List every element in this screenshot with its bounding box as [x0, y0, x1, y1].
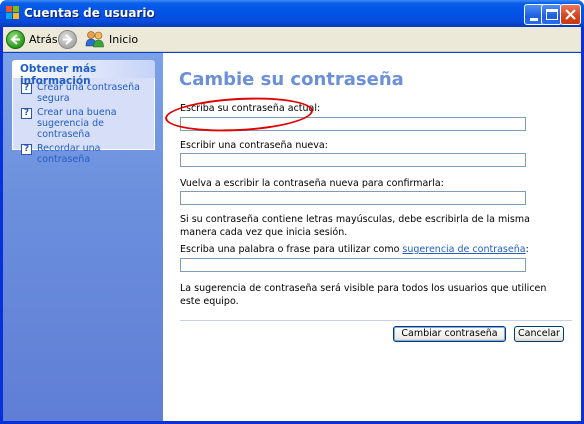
new-password-field-box — [180, 153, 526, 167]
hint-label: Escriba una palabra o frase para utiliza… — [180, 244, 529, 255]
window-title: Cuentas de usuario — [24, 6, 155, 20]
hint-visibility-note: La sugerencia de contraseña será visible… — [180, 283, 547, 307]
learn-more-header[interactable]: Obtener más información — [12, 60, 155, 87]
minimize-icon — [530, 18, 538, 21]
current-password-label: Escriba su contraseña actual: — [180, 103, 321, 114]
home-button[interactable]: Inicio — [85, 28, 138, 50]
title-bar[interactable]: Cuentas de usuario — [0, 0, 584, 27]
confirm-password-input[interactable] — [181, 193, 525, 205]
back-arrow-icon — [6, 29, 25, 49]
forward-arrow-icon — [58, 29, 77, 49]
change-password-form: Cambie su contraseña Escriba su contrase… — [163, 53, 581, 421]
confirm-password-field-box — [180, 191, 526, 205]
back-button[interactable]: Atrás — [6, 28, 58, 50]
sidebar-item-label: Recordar una contraseña — [37, 143, 101, 165]
confirm-password-label: Vuelva a escribir la contraseña nueva pa… — [180, 178, 444, 189]
navigation-toolbar: Atrás Inicio — [3, 27, 581, 52]
learn-more-panel: Obtener más información ? Crear una cont… — [12, 60, 155, 165]
current-password-field-box — [180, 117, 526, 131]
case-sensitivity-note: Si su contraseña contiene letras mayúscu… — [180, 214, 530, 238]
user-accounts-window: Cuentas de usuario Atrás Inicio Obtener … — [0, 0, 584, 424]
current-password-input[interactable] — [181, 119, 525, 131]
hint-label-suffix: : — [525, 244, 529, 255]
window-border-left — [0, 27, 3, 424]
maximize-icon — [546, 9, 558, 20]
home-label: Inicio — [109, 32, 139, 46]
sidebar-item-label: Crear una contraseña segura — [37, 82, 140, 104]
sidebar-item-remember-password[interactable]: ? Recordar una contraseña — [21, 143, 150, 165]
close-button[interactable] — [560, 4, 581, 25]
help-icon: ? — [21, 144, 32, 155]
maximize-button[interactable] — [541, 4, 562, 25]
hint-input[interactable] — [181, 260, 525, 272]
close-icon — [565, 9, 576, 20]
change-password-button[interactable]: Cambiar contraseña — [393, 326, 506, 342]
sidebar-item-secure-password[interactable]: ? Crear una contraseña segura — [21, 82, 150, 104]
new-password-label: Escribir una contraseña nueva: — [180, 140, 328, 151]
divider — [180, 320, 572, 321]
back-label: Atrás — [29, 32, 58, 46]
forward-button[interactable] — [58, 28, 77, 50]
hint-label-prefix: Escriba una palabra o frase para utiliza… — [180, 244, 403, 255]
help-icon: ? — [21, 108, 32, 119]
help-icon: ? — [21, 83, 32, 94]
task-pane: Obtener más información ? Crear una cont… — [3, 53, 163, 421]
new-password-input[interactable] — [181, 155, 525, 167]
sidebar-item-good-hint[interactable]: ? Crear una buena sugerencia de contrase… — [21, 107, 150, 140]
users-icon — [85, 31, 104, 48]
hint-field-box — [180, 258, 526, 272]
cancel-button[interactable]: Cancelar — [514, 326, 564, 342]
learn-more-list: ? Crear una contraseña segura ? Crear un… — [12, 78, 155, 165]
sidebar-item-label: Crear una buena sugerencia de contraseña — [37, 107, 117, 140]
hint-help-link[interactable]: sugerencia de contraseña — [402, 244, 525, 255]
user-accounts-icon — [6, 6, 20, 20]
page-title: Cambie su contraseña — [179, 69, 404, 90]
